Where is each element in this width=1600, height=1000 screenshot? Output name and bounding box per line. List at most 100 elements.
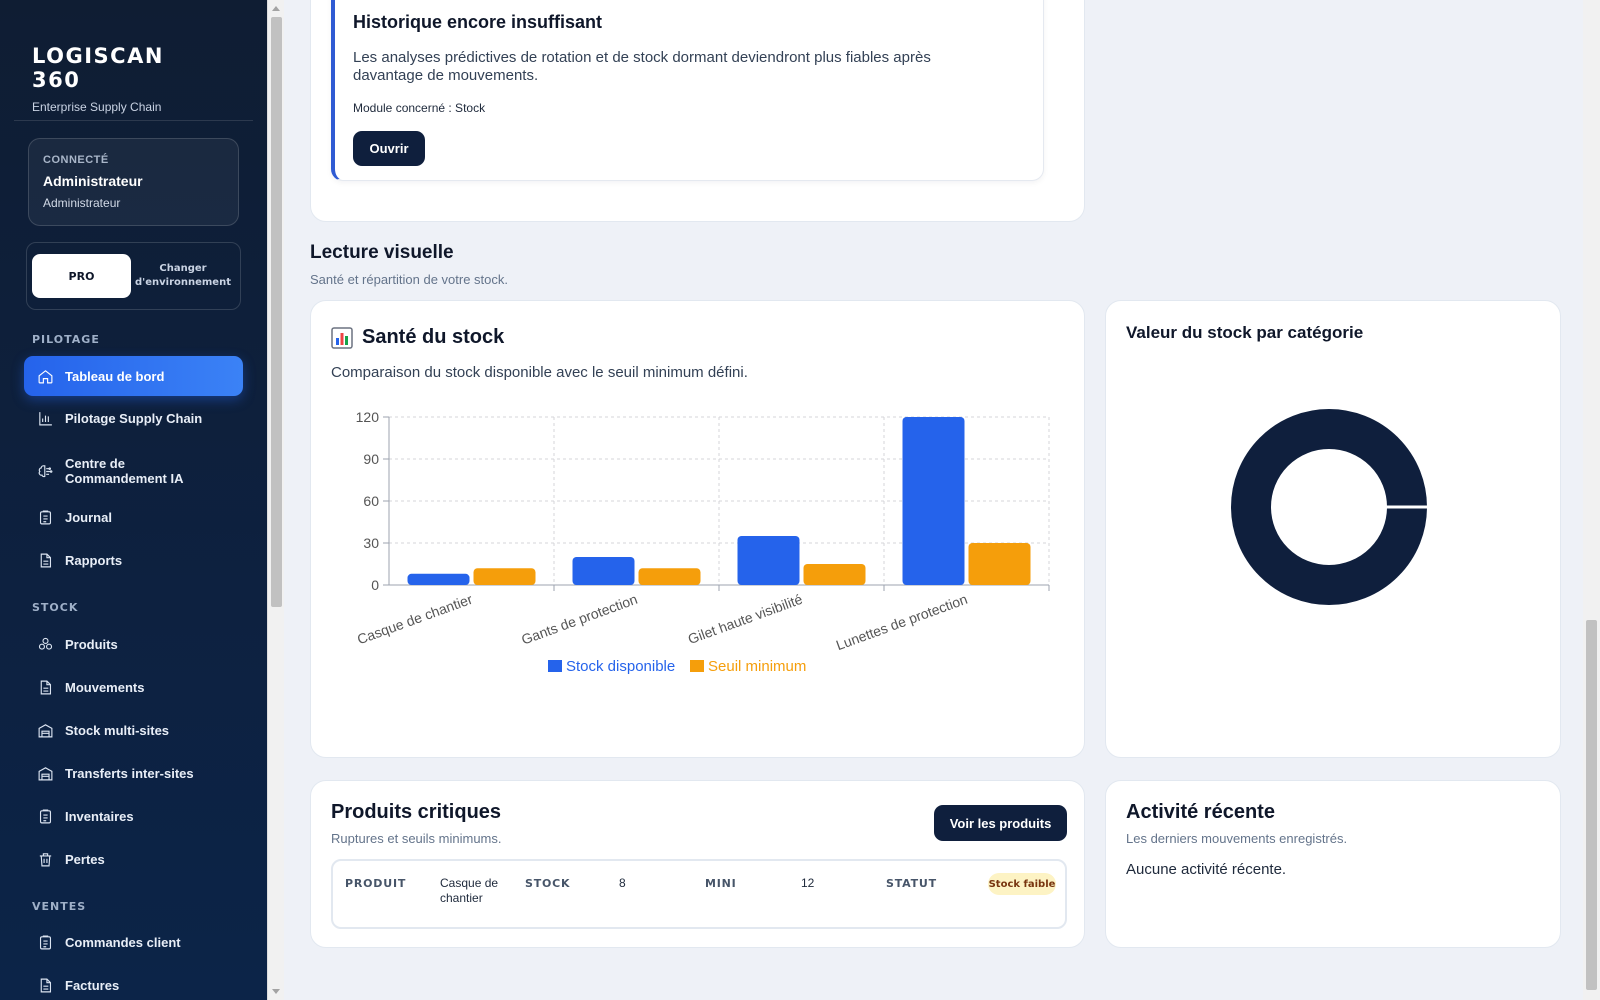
legend-swatch [690, 660, 704, 672]
document-icon [36, 976, 54, 994]
trash-icon [36, 850, 54, 868]
brand-title: LOGISCAN 360 [32, 44, 164, 92]
bar-stock-disponible [572, 557, 635, 585]
sidebar-item-label: Commandes client [65, 934, 181, 950]
sidebar-item-dashboard[interactable]: Tableau de bord [24, 356, 243, 396]
nav-section-stock: STOCK [32, 601, 79, 614]
bar-seuil-minimum [638, 568, 701, 585]
insight-alert: Historique encore insuffisant Les analys… [331, 0, 1044, 181]
sidebar-item-label: Centre de Commandement IA [65, 456, 184, 486]
x-tick-label: Gilet haute visibilité [686, 591, 805, 647]
page-scrollbar[interactable] [1583, 0, 1600, 1000]
alert-module: Module concerné : Stock [353, 101, 486, 115]
activity-subtitle: Les derniers mouvements enregistrés. [1126, 831, 1348, 846]
brain-icon [36, 462, 54, 480]
y-tick-label: 120 [356, 409, 380, 425]
sidebar-item-products[interactable]: Produits [24, 624, 243, 664]
clipboard-icon [36, 807, 54, 825]
brand: LOGISCAN 360 Enterprise Supply Chain [14, 0, 253, 121]
change-environment-button[interactable]: Changer d'environnement [131, 262, 235, 290]
x-tick-label: Gants de protection [519, 591, 639, 648]
sidebar-item-reports[interactable]: Rapports [24, 540, 243, 580]
stock-health-card: Santé du stock Comparaison du stock disp… [310, 300, 1085, 758]
sidebar-item-label: Transferts inter-sites [65, 765, 194, 781]
header-min: MINI [705, 877, 737, 890]
critical-products-card: Produits critiques Ruptures et seuils mi… [310, 780, 1085, 948]
cell-product: Casque de chantier [440, 876, 499, 905]
legend-label: Stock disponible [566, 658, 675, 675]
sidebar-item-label: Pertes [65, 851, 105, 867]
sidebar-item-label: Tableau de bord [65, 368, 165, 384]
sidebar-item-losses[interactable]: Pertes [24, 839, 243, 879]
user-status-label: CONNECTÉ [43, 154, 109, 166]
sidebar-item-multisite-stock[interactable]: Stock multi-sites [24, 710, 243, 750]
alert-title: Historique encore insuffisant [353, 12, 603, 32]
brand-subtitle: Enterprise Supply Chain [32, 100, 162, 114]
warehouse-icon [36, 721, 54, 739]
page-scrollbar-thumb[interactable] [1586, 620, 1597, 990]
sidebar-scrollbar[interactable] [267, 0, 284, 1000]
sidebar: LOGISCAN 360 Enterprise Supply Chain CON… [0, 0, 267, 1000]
document-icon [36, 551, 54, 569]
user-card: CONNECTÉ Administrateur Administrateur [28, 138, 239, 226]
sidebar-item-label: Stock multi-sites [65, 722, 170, 738]
sidebar-item-inventories[interactable]: Inventaires [24, 796, 243, 836]
x-tick-label: Lunettes de protection [834, 591, 970, 653]
sidebar-item-label: Mouvements [65, 679, 145, 695]
sidebar-item-journal[interactable]: Journal [24, 497, 243, 537]
user-role: Administrateur [43, 196, 121, 210]
clipboard-icon [36, 508, 54, 526]
critical-subtitle: Ruptures et seuils minimums. [331, 831, 502, 846]
sidebar-item-customer-orders[interactable]: Commandes client [24, 922, 243, 962]
alert-text: Les analyses prédictives de rotation et … [353, 49, 931, 84]
insights-card: Historique encore insuffisant Les analys… [310, 0, 1085, 222]
sidebar-item-label: Journal [65, 509, 112, 525]
section-title: Lecture visuelle [310, 242, 454, 263]
nav-section-pilotage: PILOTAGE [32, 333, 100, 346]
cell-stock: 8 [619, 876, 626, 890]
stock-value-donut-chart [1231, 409, 1428, 605]
x-tick-label: Casque de chantier [355, 591, 475, 648]
status-badge: Stock faible [988, 873, 1056, 895]
sidebar-item-invoices[interactable]: Factures [24, 965, 243, 1000]
sidebar-item-label: Rapports [65, 552, 123, 568]
y-tick-label: 90 [363, 451, 379, 467]
sidebar-item-label: Inventaires [65, 808, 134, 824]
scroll-down-arrow-icon[interactable] [272, 989, 280, 994]
legend-swatch [548, 660, 562, 672]
view-products-button[interactable]: Voir les produits [934, 805, 1067, 841]
user-name: Administrateur [43, 173, 143, 189]
sidebar-item-label: Pilotage Supply Chain [65, 410, 203, 426]
sidebar-item-ai-command[interactable]: Centre de Commandement IA [24, 447, 243, 495]
sidebar-item-movements[interactable]: Mouvements [24, 667, 243, 707]
recent-activity-card: Activité récente Les derniers mouvements… [1105, 780, 1561, 948]
environment-switch: PRO Changer d'environnement [26, 242, 241, 310]
critical-products-table: PRODUIT Casque de chantier STOCK 8 MINI … [331, 859, 1067, 929]
stock-bar-chart: 0 30 60 90 120 Casque de chantier Gants de pro… [355, 409, 1050, 675]
cell-min: 12 [801, 876, 815, 890]
boxes-icon [36, 635, 54, 653]
sidebar-scrollbar-thumb[interactable] [271, 17, 282, 607]
bar-stock-disponible [407, 573, 470, 585]
sidebar-item-transfers[interactable]: Transferts inter-sites [24, 753, 243, 793]
sidebar-item-supply-chain[interactable]: Pilotage Supply Chain [24, 398, 243, 438]
activity-empty-message: Aucune activité récente. [1126, 861, 1287, 878]
scroll-up-arrow-icon[interactable] [272, 6, 280, 11]
stock-value-card: Valeur du stock par catégorie [1105, 300, 1561, 758]
bar-seuil-minimum [803, 564, 866, 585]
document-icon [36, 678, 54, 696]
sidebar-item-label: Factures [65, 977, 120, 993]
nav-section-sales: VENTES [32, 900, 87, 913]
open-button[interactable]: Ouvrir [353, 131, 425, 166]
section-subtitle: Santé et répartition de votre stock. [310, 272, 508, 287]
environment-current-button[interactable]: PRO [32, 254, 131, 298]
critical-title: Produits critiques [331, 801, 502, 823]
warehouse-icon [36, 764, 54, 782]
bar-seuil-minimum [473, 568, 536, 585]
sidebar-item-label: Produits [65, 636, 118, 652]
header-stock: STOCK [525, 877, 571, 890]
clipboard-icon [36, 933, 54, 951]
y-tick-label: 30 [363, 535, 379, 551]
bar-stock-disponible [737, 536, 800, 585]
bar-seuil-minimum [968, 543, 1031, 585]
